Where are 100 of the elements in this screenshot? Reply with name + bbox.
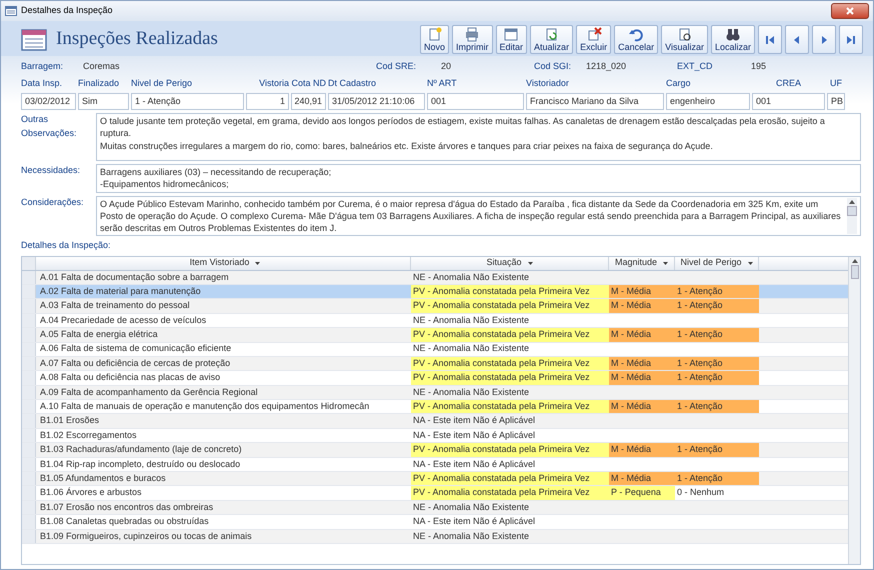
section-label: Detalhes da Inspeção:: [21, 239, 112, 252]
field-label: Cod SGI:: [534, 60, 572, 74]
input-field[interactable]: 1 - Atenção: [131, 93, 244, 110]
row-selector[interactable]: [22, 314, 36, 328]
navigation-button[interactable]: [758, 25, 782, 54]
toolbar-button[interactable]: Cancelar: [614, 25, 658, 54]
table-cell-text: A.07 Falta ou deficiência de cercas de proteção: [39, 356, 232, 370]
table-cell-text: NE - Anomalia Não Existente: [412, 386, 530, 399]
column-header[interactable]: Situação: [411, 256, 609, 270]
scrollbar-thumb[interactable]: [850, 264, 858, 279]
table-cell: PV - Anomalia constatada pela Primeira Vez: [411, 400, 609, 414]
row-selector[interactable]: [22, 515, 36, 529]
row-selector[interactable]: [22, 386, 36, 400]
table-cell: PV - Anomalia constatada pela Primeira Vez: [411, 486, 609, 500]
row-selector[interactable]: [22, 458, 36, 472]
row-selector[interactable]: [22, 371, 36, 385]
table-cell-text: NA - Este item Não é Aplicável: [412, 414, 536, 428]
toolbar-button[interactable]: Novo: [420, 25, 450, 54]
input-field[interactable]: 31/05/2012 21:10:06: [328, 93, 425, 110]
table-cell-text: A.06 Falta de sistema de comunicação eficiente: [39, 342, 232, 356]
toolbar-button[interactable]: Imprimir: [452, 25, 493, 54]
row-selector[interactable]: [22, 414, 36, 428]
row-selector[interactable]: [22, 270, 36, 284]
table-cell: PV - Anomalia constatada pela Primeira Vez: [411, 328, 609, 342]
table-cell-text: B1.01 Erosões: [39, 414, 100, 428]
toolbar-button[interactable]: Atualizar: [530, 25, 574, 54]
column-header[interactable]: Item Vistoriado: [36, 256, 411, 270]
row-selector[interactable]: [22, 256, 36, 270]
form-icon: [503, 27, 520, 42]
memo-text: Muitas construções irregulares a margem do rio, como: bares, balneários etc. Existe árvores e tanques para criar peixes na faixa de segurança do Açude.: [100, 140, 714, 152]
input-field[interactable]: 03/02/2012: [21, 93, 76, 110]
memo-field[interactable]: [96, 113, 861, 162]
dropdown-icon: [528, 262, 533, 265]
table-cell-text: NA - Este item Não é Aplicável: [412, 458, 536, 471]
close-button[interactable]: [831, 3, 869, 19]
row-selector[interactable]: [22, 328, 36, 342]
scrollbar[interactable]: [848, 256, 860, 564]
input-field[interactable]: 1: [246, 93, 289, 110]
field-value: 1218_020: [586, 60, 628, 74]
column-header[interactable]: Magnitude: [609, 256, 675, 270]
row-selector[interactable]: [22, 486, 36, 500]
column-header[interactable]: Nivel de Perigo: [675, 256, 759, 270]
table-cell: 1 - Atenção: [675, 371, 759, 385]
form-title: Inspeções Realizadas: [56, 27, 218, 52]
table-cell: M - Média: [609, 472, 675, 486]
input-field[interactable]: Sim: [78, 93, 129, 110]
up-arrow-icon: [850, 256, 858, 265]
table-cell: M - Média: [609, 284, 675, 298]
navigation-button[interactable]: [785, 25, 809, 54]
row-selector[interactable]: [22, 472, 36, 486]
table-cell-text: B1.04 Rip-rap incompleto, destruído ou deslocado: [39, 458, 242, 471]
table-cell-text: A.01 Falta de documentação sobre a barragem: [39, 270, 230, 284]
table-cell-text: A.04 Precariedade de acesso de veículos: [39, 314, 208, 327]
input-field[interactable]: 001: [427, 93, 524, 110]
table-cell: M - Média: [609, 299, 675, 313]
memo-text: Barragens auxiliares (03) – necessitando de recuperação;: [100, 166, 332, 178]
row-selector[interactable]: [22, 428, 36, 442]
table-cell-text: B1.06 Árvores e arbustos: [39, 486, 143, 500]
input-field[interactable]: 001: [752, 93, 825, 110]
table-cell: M - Média: [609, 443, 675, 457]
input-field[interactable]: PB: [827, 93, 845, 110]
close-icon: [846, 7, 854, 15]
field-label: Barragem:: [21, 60, 64, 74]
document-icon: [426, 27, 443, 42]
table-cell-text: NA - Este item Não é Aplicável: [412, 428, 536, 442]
scrollbar-thumb[interactable]: [847, 206, 857, 216]
form-icon: [21, 28, 47, 51]
row-selector[interactable]: [22, 500, 36, 514]
preview-icon: [676, 27, 693, 42]
memo-text: O talude jusante tem proteção vegetal, em grama, devido aos longos períodos de estiagem, existe muitas falhas. As canaletas de drenagem estão descalçadas pela erosão, sujeito a ruptura.: [100, 115, 826, 140]
navigation-button[interactable]: [839, 25, 863, 54]
field-label: Finalizado: [78, 78, 120, 88]
navigation-button[interactable]: [812, 25, 836, 54]
printer-icon: [464, 27, 480, 42]
table-cell: PV - Anomalia constatada pela Primeira Vez: [411, 284, 609, 298]
scrollbar[interactable]: [847, 198, 857, 234]
row-selector[interactable]: [22, 356, 36, 370]
toolbar-button[interactable]: Excluir: [576, 25, 612, 54]
memo-field[interactable]: Barragens auxiliares (03) – necessitando de recuperação; -Equipamentos hidromecânicos;: [96, 164, 861, 193]
row-selector[interactable]: [22, 400, 36, 414]
toolbar-button[interactable]: Visualizar: [661, 25, 708, 54]
table-cell: 1 - Atenção: [675, 356, 759, 370]
table-cell: PV - Anomalia constatada pela Primeira Vez: [411, 472, 609, 486]
toolbar-button[interactable]: Localizar: [710, 25, 755, 54]
row-selector[interactable]: [22, 342, 36, 356]
row-selector[interactable]: [22, 299, 36, 313]
field-label: Data Insp.: [21, 78, 62, 88]
row-selector[interactable]: [22, 443, 36, 457]
input-field[interactable]: Francisco Mariano da Silva: [526, 93, 664, 110]
row-selector[interactable]: [22, 530, 36, 543]
table-cell-text: NE - Anomalia Não Existente: [412, 314, 530, 327]
row-selector[interactable]: [22, 284, 36, 298]
table-cell-text: A.10 Falta de manuais de operação e manutenção dos equipamentos Hidromecân: [39, 400, 370, 414]
field-label: Outras Observações:: [21, 113, 78, 140]
toolbar-button[interactable]: Editar: [496, 25, 528, 54]
input-field[interactable]: engenheiro: [666, 93, 750, 110]
table-cell-text: NE - Anomalia Não Existente: [412, 342, 530, 356]
undo-icon: [628, 27, 644, 42]
input-field[interactable]: 240,91: [291, 93, 326, 110]
memo-text: -Equipamentos hidromecânicos;: [100, 178, 230, 191]
